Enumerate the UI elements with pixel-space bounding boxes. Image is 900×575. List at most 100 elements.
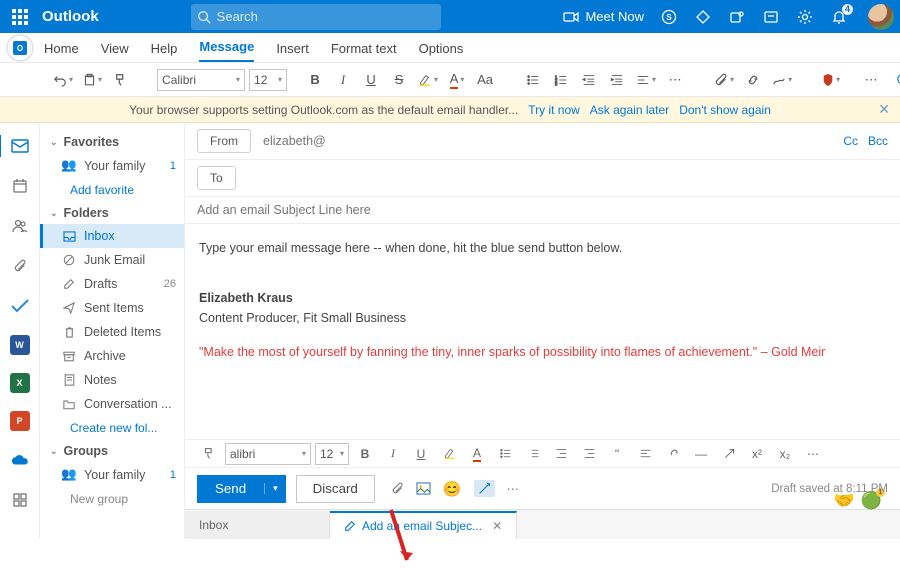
link-button[interactable] <box>741 68 765 92</box>
sidebar-item-deleted[interactable]: Deleted Items <box>40 320 184 344</box>
new-group-link[interactable]: New group <box>40 487 184 511</box>
notifications-icon[interactable]: 4 <box>830 8 848 26</box>
rail-excel-icon[interactable]: X <box>10 373 30 393</box>
search-input[interactable] <box>217 9 441 24</box>
tab-options[interactable]: Options <box>419 41 464 62</box>
number-list-button[interactable]: 123 <box>549 68 573 92</box>
notif-later-link[interactable]: Ask again later <box>590 103 669 117</box>
drawing-icon[interactable] <box>474 480 495 497</box>
compose-more-button[interactable]: ⋯ <box>801 443 825 465</box>
bottom-tab-compose[interactable]: Add an email Subjec... ✕ <box>330 511 517 539</box>
rail-onedrive-icon[interactable] <box>9 449 31 471</box>
compose-clear-button[interactable] <box>717 443 741 465</box>
zoom-button[interactable]: ▾ <box>893 68 900 92</box>
italic-button[interactable]: I <box>331 68 355 92</box>
create-folder-link[interactable]: Create new fol... <box>40 416 184 440</box>
tab-help[interactable]: Help <box>151 41 178 62</box>
favorites-header[interactable]: ⌄Favorites <box>40 131 184 153</box>
rail-calendar-icon[interactable] <box>9 175 31 197</box>
tab-message[interactable]: Message <box>199 39 254 62</box>
folders-header[interactable]: ⌄Folders <box>40 202 184 224</box>
highlight-button[interactable]: ▾ <box>415 68 441 92</box>
sidebar-item-your-family-group[interactable]: 👥 Your family 1 <box>40 462 184 487</box>
indent-button[interactable] <box>605 68 629 92</box>
bottom-tab-inbox[interactable]: Inbox <box>185 511 330 539</box>
from-button[interactable]: From <box>197 129 251 153</box>
bcc-link[interactable]: Bcc <box>868 134 888 148</box>
add-favorite-link[interactable]: Add favorite <box>40 178 184 202</box>
tab-format-text[interactable]: Format text <box>331 41 397 62</box>
close-tab-icon[interactable]: ✕ <box>492 519 502 533</box>
sidebar-item-drafts[interactable]: Drafts 26 <box>40 272 184 296</box>
undo-button[interactable]: ▾ <box>50 68 76 92</box>
whatsnew-icon[interactable] <box>762 8 780 26</box>
outlook-app-chip[interactable]: O <box>6 34 34 62</box>
underline-button[interactable]: U <box>359 68 383 92</box>
send-dropdown-icon[interactable]: ▾ <box>264 483 286 494</box>
bold-button[interactable]: B <box>303 68 327 92</box>
font-color-button[interactable]: A▾ <box>445 68 469 92</box>
notif-dismiss-link[interactable]: Don't show again <box>679 103 771 117</box>
case-button[interactable]: Aa <box>473 68 497 92</box>
compose-bullet-button[interactable] <box>493 443 517 465</box>
bullet-list-button[interactable] <box>521 68 545 92</box>
skype-icon[interactable]: S <box>660 8 678 26</box>
settings-icon[interactable] <box>796 8 814 26</box>
profile-avatar[interactable] <box>868 4 894 30</box>
attach-file-icon[interactable] <box>391 481 404 496</box>
insert-picture-icon[interactable] <box>416 482 431 495</box>
format-painter-icon[interactable] <box>197 443 221 465</box>
sidebar-item-inbox[interactable]: Inbox <box>40 224 184 248</box>
rail-mail-icon[interactable] <box>9 135 31 157</box>
compose-number-button[interactable] <box>521 443 545 465</box>
rail-more-icon[interactable] <box>9 489 31 511</box>
compose-align-button[interactable] <box>633 443 657 465</box>
font-size-select[interactable]: 12▾ <box>249 69 287 91</box>
align-button[interactable]: ▾ <box>633 68 659 92</box>
to-button[interactable]: To <box>197 166 236 190</box>
compose-quote-button[interactable]: " <box>605 443 629 465</box>
message-body[interactable]: Type your email message here -- when don… <box>185 224 900 376</box>
notif-close-icon[interactable]: ✕ <box>878 101 890 118</box>
compose-superscript-button[interactable]: x² <box>745 443 769 465</box>
notif-try-link[interactable]: Try it now <box>528 103 580 117</box>
paste-button[interactable]: ▾ <box>80 68 105 92</box>
font-family-select[interactable]: Calibri▾ <box>157 69 245 91</box>
sidebar-item-sent[interactable]: Sent Items <box>40 296 184 320</box>
rail-people-icon[interactable] <box>9 215 31 237</box>
compose-outdent-button[interactable] <box>549 443 573 465</box>
discard-button[interactable]: Discard <box>296 475 375 503</box>
search-box[interactable] <box>191 4 441 30</box>
more-format-button[interactable]: ⋯ <box>663 68 687 92</box>
cc-link[interactable]: Cc <box>843 134 858 148</box>
sidebar-item-conversation[interactable]: Conversation ... <box>40 392 184 416</box>
compose-font-color-button[interactable]: A <box>465 443 489 465</box>
compose-highlight-button[interactable] <box>437 443 461 465</box>
sidebar-item-notes[interactable]: Notes <box>40 368 184 392</box>
app-launcher-icon[interactable] <box>4 1 36 33</box>
outdent-button[interactable] <box>577 68 601 92</box>
insert-emoji-icon[interactable]: 😊 <box>443 480 462 498</box>
compose-bold-button[interactable]: B <box>353 443 377 465</box>
format-painter-button[interactable] <box>109 68 133 92</box>
sidebar-item-junk[interactable]: Junk Email <box>40 248 184 272</box>
rail-word-icon[interactable]: W <box>10 335 30 355</box>
rail-powerpoint-icon[interactable]: P <box>10 411 30 431</box>
attach-button[interactable]: ▾ <box>711 68 737 92</box>
rail-todo-icon[interactable] <box>9 295 31 317</box>
meet-now-button[interactable]: Meet Now <box>563 9 644 24</box>
strikethrough-button[interactable]: S <box>387 68 411 92</box>
tab-home[interactable]: Home <box>44 41 79 62</box>
compose-indent-button[interactable] <box>577 443 601 465</box>
tab-view[interactable]: View <box>101 41 129 62</box>
sidebar-item-archive[interactable]: Archive <box>40 344 184 368</box>
teams-icon[interactable] <box>728 8 746 26</box>
more-actions-icon[interactable]: ⋯ <box>507 481 520 496</box>
groups-header[interactable]: ⌄Groups <box>40 440 184 462</box>
rail-files-icon[interactable] <box>9 255 31 277</box>
signature-button[interactable]: ▾ <box>769 68 795 92</box>
sensitivity-button[interactable]: ▾ <box>819 68 843 92</box>
compose-underline-button[interactable]: U <box>409 443 433 465</box>
premium-icon[interactable] <box>694 8 712 26</box>
tab-insert[interactable]: Insert <box>276 41 309 62</box>
